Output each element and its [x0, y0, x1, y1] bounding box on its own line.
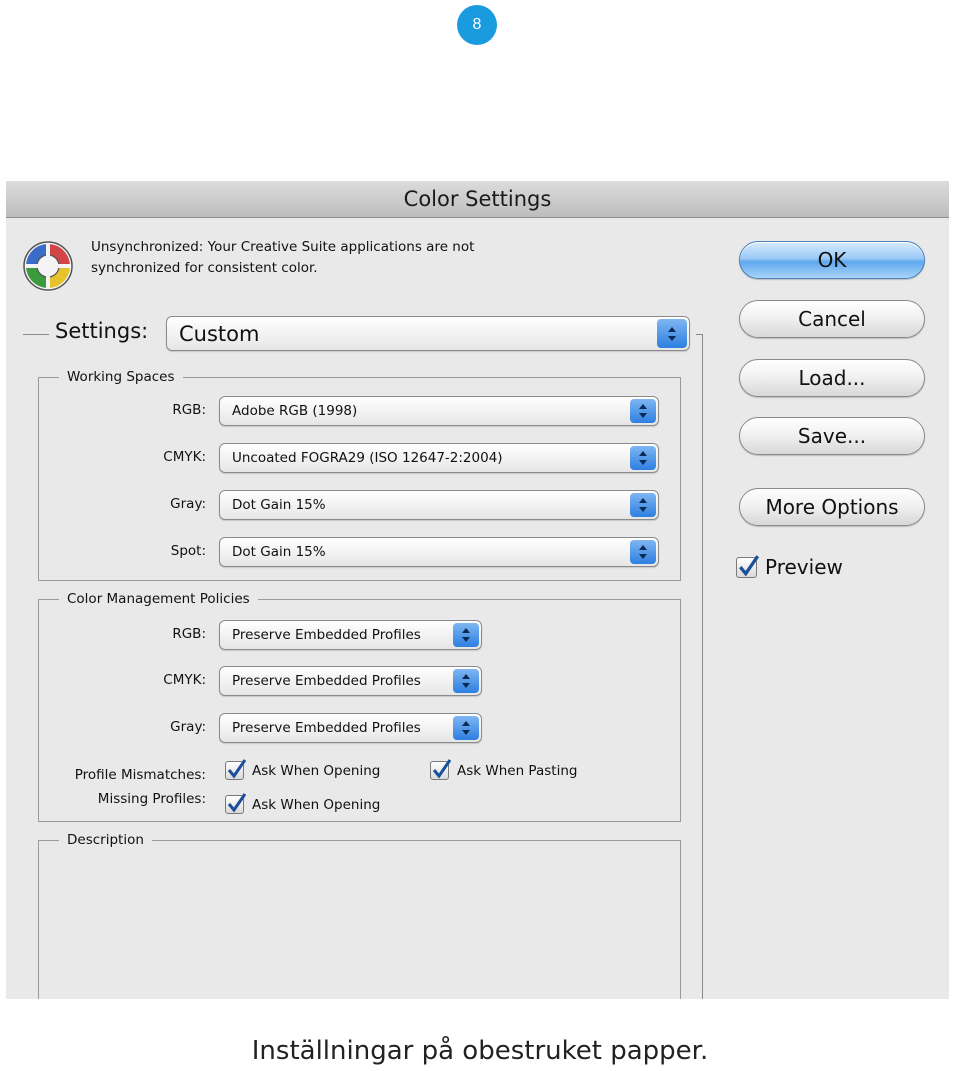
ws-rgb-label: RGB: — [172, 402, 206, 418]
checkmark-icon — [432, 759, 452, 779]
settings-label: Settings: — [55, 319, 149, 343]
ws-gray-value: Dot Gain 15% — [232, 497, 326, 513]
page-caption: Inställningar på obestruket papper. — [251, 1036, 709, 1066]
sync-status-line1: Unsynchronized: Your Creative Suite appl… — [91, 239, 475, 255]
policy-cmyk-select[interactable]: Preserve Embedded Profiles — [219, 666, 482, 696]
sync-status-message: Unsynchronized: Your Creative Suite appl… — [91, 237, 551, 279]
policy-rgb-select[interactable]: Preserve Embedded Profiles — [219, 620, 482, 650]
settings-value: Custom — [179, 321, 260, 346]
policies-title: Color Management Policies — [59, 590, 258, 608]
description-title: Description — [59, 831, 152, 849]
updown-arrows-icon — [657, 319, 687, 348]
policy-gray-value: Preserve Embedded Profiles — [232, 720, 421, 736]
policy-gray-select[interactable]: Preserve Embedded Profiles — [219, 713, 482, 743]
mismatch-ask-pasting-checkbox[interactable]: Ask When Pasting — [430, 759, 578, 780]
sync-status-line2: synchronized for consistent color. — [91, 260, 318, 276]
window-title: Color Settings — [6, 181, 949, 218]
policy-cmyk-value: Preserve Embedded Profiles — [232, 673, 421, 689]
checkbox-box[interactable] — [225, 793, 247, 814]
preview-checkbox[interactable]: Preview — [736, 554, 843, 579]
save-button[interactable]: Save... — [739, 417, 925, 455]
settings-select[interactable]: Custom — [166, 316, 690, 351]
more-options-button[interactable]: More Options — [739, 488, 925, 526]
working-spaces-title: Working Spaces — [59, 368, 183, 386]
ok-button[interactable]: OK — [739, 241, 925, 279]
missing-ask-opening-label: Ask When Opening — [252, 796, 381, 813]
checkmark-icon — [739, 554, 760, 576]
updown-arrows-icon — [453, 669, 479, 693]
color-settings-dialog: Color Settings Unsynchronized: Your Crea… — [6, 181, 949, 999]
checkmark-icon — [227, 759, 247, 779]
missing-profiles-label: Missing Profiles: — [97, 791, 206, 807]
cancel-button[interactable]: Cancel — [739, 300, 925, 338]
mismatch-ask-opening-checkbox[interactable]: Ask When Opening — [225, 759, 381, 780]
profile-mismatches-label: Profile Mismatches: — [74, 767, 206, 783]
mismatch-ask-opening-label: Ask When Opening — [252, 762, 381, 779]
preview-label: Preview — [765, 555, 843, 579]
ws-spot-value: Dot Gain 15% — [232, 544, 326, 560]
ws-cmyk-select[interactable]: Uncoated FOGRA29 (ISO 12647-2:2004) — [219, 443, 659, 473]
updown-arrows-icon — [453, 623, 479, 647]
ws-gray-label: Gray: — [170, 496, 206, 512]
settings-frame-line — [23, 334, 49, 335]
color-sync-icon — [23, 241, 73, 291]
ws-spot-select[interactable]: Dot Gain 15% — [219, 537, 659, 567]
ws-cmyk-label: CMYK: — [163, 449, 206, 465]
description-group: Description — [38, 831, 681, 999]
ws-gray-select[interactable]: Dot Gain 15% — [219, 490, 659, 520]
policy-gray-label: Gray: — [170, 719, 206, 735]
ws-rgb-value: Adobe RGB (1998) — [232, 403, 358, 419]
load-button[interactable]: Load... — [739, 359, 925, 397]
updown-arrows-icon — [453, 716, 479, 740]
settings-frame-line — [702, 334, 703, 999]
checkmark-icon — [227, 793, 247, 813]
ws-cmyk-value: Uncoated FOGRA29 (ISO 12647-2:2004) — [232, 450, 503, 466]
checkbox-box[interactable] — [225, 759, 247, 780]
missing-ask-opening-checkbox[interactable]: Ask When Opening — [225, 793, 381, 814]
mismatch-ask-pasting-label: Ask When Pasting — [457, 762, 578, 779]
updown-arrows-icon — [630, 540, 656, 564]
policy-rgb-label: RGB: — [172, 626, 206, 642]
checkbox-box[interactable] — [430, 759, 452, 780]
updown-arrows-icon — [630, 493, 656, 517]
checkbox-box[interactable] — [736, 554, 760, 578]
policy-rgb-value: Preserve Embedded Profiles — [232, 627, 421, 643]
step-number-badge: 8 — [457, 5, 497, 45]
policy-cmyk-label: CMYK: — [163, 672, 206, 688]
ws-spot-label: Spot: — [170, 543, 206, 559]
ws-rgb-select[interactable]: Adobe RGB (1998) — [219, 396, 659, 426]
updown-arrows-icon — [630, 446, 656, 470]
updown-arrows-icon — [630, 399, 656, 423]
